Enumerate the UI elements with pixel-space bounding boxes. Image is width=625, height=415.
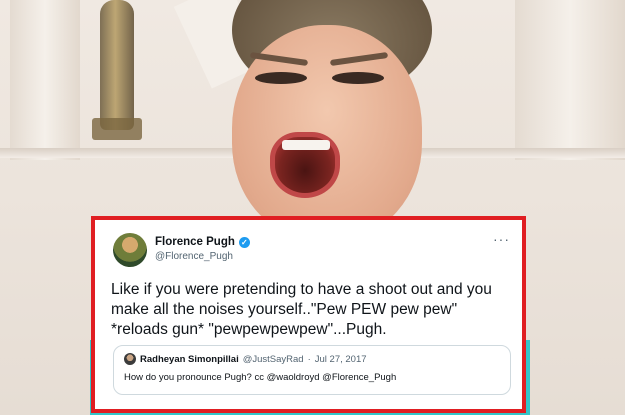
tweet-highlight-frame: Florence Pugh ✓ @Florence_Pugh ··· Like … (91, 216, 526, 413)
author-info: Florence Pugh ✓ @Florence_Pugh (155, 236, 250, 262)
quoted-tweet[interactable]: Radheyan Simonpillai @JustSayRad · Jul 2… (113, 345, 511, 395)
statue-base (92, 118, 142, 140)
tweet-card[interactable]: Florence Pugh ✓ @Florence_Pugh ··· Like … (95, 220, 522, 409)
wall-column (515, 0, 625, 160)
wall-column (10, 0, 80, 160)
author-name-row: Florence Pugh ✓ (155, 236, 250, 248)
quoted-author-avatar[interactable] (124, 353, 136, 365)
author-avatar[interactable] (113, 233, 147, 267)
right-eye (332, 72, 384, 84)
quoted-tweet-text: How do you pronounce Pugh? cc @waoldroyd… (124, 372, 397, 383)
statue-figure (100, 0, 134, 130)
tweet-text: Like if you were pretending to have a sh… (111, 281, 492, 338)
verified-badge-icon: ✓ (238, 236, 250, 248)
left-eye (255, 72, 307, 84)
quoted-author-name[interactable]: Radheyan Simonpillai (140, 354, 239, 365)
author-display-name[interactable]: Florence Pugh (155, 236, 235, 248)
quoted-tweet-date[interactable]: Jul 27, 2017 (315, 354, 367, 365)
meta-separator: · (307, 353, 311, 365)
quoted-author-handle[interactable]: @JustSayRad (243, 354, 304, 365)
teeth (282, 140, 330, 150)
more-options-icon[interactable]: ··· (493, 232, 510, 246)
quoted-tweet-header: Radheyan Simonpillai @JustSayRad · Jul 2… (124, 353, 500, 365)
author-handle[interactable]: @Florence_Pugh (155, 251, 250, 262)
